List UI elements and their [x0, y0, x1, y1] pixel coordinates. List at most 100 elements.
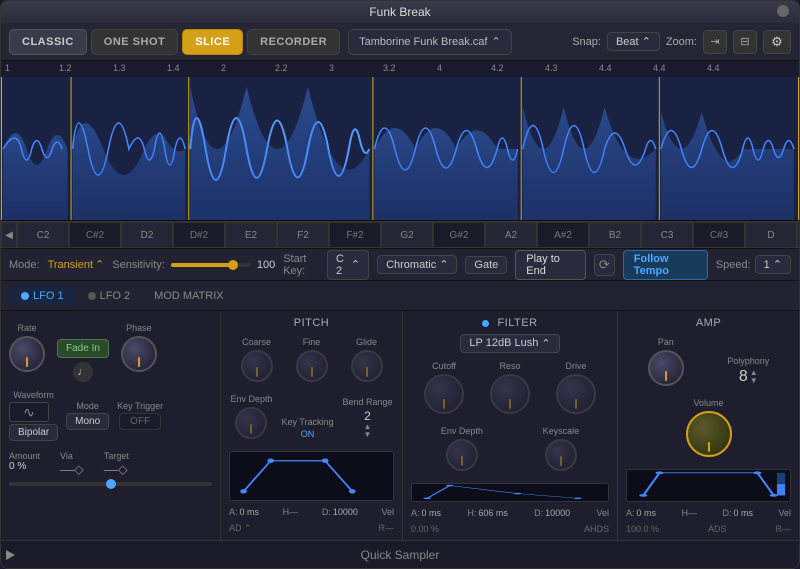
amp-title: AMP	[626, 317, 791, 329]
amp-env-type[interactable]: ADS	[708, 524, 727, 534]
piano-key-d2[interactable]: D2	[121, 222, 173, 248]
piano-key-c3[interactable]: C3	[641, 222, 693, 248]
play-button[interactable]	[6, 550, 15, 560]
lfo-mode-value[interactable]: Mono	[66, 413, 109, 430]
mode-value-dropdown[interactable]: Transient ⌃	[48, 258, 105, 271]
fade-in-btn[interactable]: Fade In	[57, 339, 109, 358]
env-depth-pitch-label: Env Depth	[230, 394, 272, 404]
speed-dropdown[interactable]: 1 ⌃	[755, 255, 791, 274]
waveform-canvas[interactable]	[1, 77, 799, 221]
piano-key-cs3[interactable]: C#3	[693, 222, 745, 248]
env-depth-pitch-knob[interactable]	[235, 407, 267, 439]
tab-mod-matrix[interactable]: MOD MATRIX	[142, 286, 235, 306]
piano-key-cs2[interactable]: C#2	[69, 222, 121, 248]
zoom-out-btn[interactable]: ⊟	[733, 30, 757, 54]
filter-env-vel-label: Vel	[596, 508, 609, 518]
speed-section: Speed: 1 ⌃	[716, 255, 791, 274]
filter-env-display	[411, 483, 609, 503]
window-close-btn[interactable]	[777, 5, 789, 17]
sensitivity-value: 100	[257, 259, 275, 271]
pitch-env-type[interactable]: AD ⌃	[229, 523, 252, 534]
keyscale-knob[interactable]	[545, 439, 577, 471]
chromatic-dropdown[interactable]: Chromatic ⌃	[377, 255, 457, 274]
fine-knob[interactable]	[296, 350, 328, 382]
filter-env-a-val: 0 ms	[422, 508, 442, 518]
tab-classic[interactable]: CLASSIC	[9, 29, 87, 55]
sensitivity-section: Sensitivity: 100	[112, 259, 275, 271]
piano-key-ds2[interactable]: D#2	[173, 222, 225, 248]
play-to-end-btn[interactable]: Play to End	[515, 250, 586, 280]
bottom-bar-title: Quick Sampler	[361, 548, 440, 562]
sensitivity-fill	[171, 263, 231, 267]
ruler-mark-3: 3	[329, 63, 334, 73]
piano-key-a2[interactable]: A2	[485, 222, 537, 248]
bottom-bar: Quick Sampler	[1, 540, 799, 568]
loop-btn[interactable]: ⟳	[594, 254, 615, 276]
follow-tempo-btn[interactable]: Follow Tempo	[623, 250, 708, 280]
cutoff-group: Cutoff	[424, 361, 464, 414]
piano-key-f2[interactable]: F2	[277, 222, 329, 248]
piano-right-arrow[interactable]: ▶	[797, 222, 799, 248]
file-selector[interactable]: Tamborine Funk Break.caf ⌃	[348, 29, 512, 55]
bend-range-stepper[interactable]: ▲▼	[364, 423, 372, 439]
phase-knob[interactable]	[121, 336, 157, 372]
zoom-fit-btn[interactable]: ⇥	[703, 30, 727, 54]
waveform-area[interactable]: 1 1.2 1.3 1.4 2 2.2 3 3.2 4 4.2 4.3 4.4 …	[1, 61, 799, 221]
piano-key-gs2[interactable]: G#2	[433, 222, 485, 248]
cutoff-knob[interactable]	[424, 374, 464, 414]
filter-header: FILTER	[411, 317, 609, 329]
speed-chevron: ⌃	[773, 258, 782, 271]
piano-key-d3[interactable]: D	[745, 222, 797, 248]
amount-slider[interactable]	[9, 482, 212, 486]
lfo1-on-dot	[21, 292, 29, 300]
polyphony-stepper[interactable]: ▲▼	[750, 369, 758, 385]
settings-btn[interactable]: ⚙	[763, 30, 791, 54]
piano-key-as2[interactable]: A#2	[537, 222, 589, 248]
key-tracking-value[interactable]: ON	[301, 429, 315, 439]
reso-knob[interactable]	[490, 374, 530, 414]
gate-btn[interactable]: Gate	[465, 256, 507, 274]
tab-recorder[interactable]: RECORDER	[247, 29, 340, 55]
glide-knob[interactable]	[351, 350, 383, 382]
snap-control[interactable]: Beat ⌃	[607, 32, 660, 51]
note-icon[interactable]: ♩	[73, 362, 93, 382]
piano-key-c2[interactable]: C2	[17, 222, 69, 248]
pitch-knobs: Coarse Fine Glide	[229, 333, 394, 386]
tab-one-shot[interactable]: ONE SHOT	[91, 29, 178, 55]
mod-matrix-label: MOD MATRIX	[154, 290, 223, 302]
drive-knob[interactable]	[556, 374, 596, 414]
amp-section: AMP Pan Polyphony 8 ▲▼	[618, 311, 799, 540]
piano-left-arrow[interactable]: ◀	[1, 222, 17, 248]
piano-key-fs2[interactable]: F#2	[329, 222, 381, 248]
rate-knob[interactable]	[9, 336, 45, 372]
start-key-dropdown[interactable]: C 2 ⌃	[327, 250, 369, 280]
reso-group: Reso	[490, 361, 530, 414]
snap-value: Beat	[616, 36, 639, 48]
sensitivity-slider[interactable]	[171, 263, 251, 267]
piano-key-b2[interactable]: B2	[589, 222, 641, 248]
tab-lfo2[interactable]: LFO 2	[76, 286, 143, 306]
sensitivity-thumb[interactable]	[228, 260, 238, 270]
key-trigger-btn[interactable]: OFF	[119, 413, 161, 430]
title-bar: Funk Break	[1, 1, 799, 23]
waveform-selector[interactable]: ∿	[9, 402, 49, 422]
mode-chevron-icon: ⌃	[95, 258, 104, 271]
piano-key-g2[interactable]: G2	[381, 222, 433, 248]
coarse-knob[interactable]	[241, 350, 273, 382]
filter-type-chevron: ⌃	[541, 337, 550, 350]
bend-range-value[interactable]: 2	[364, 409, 371, 423]
filter-env-type[interactable]: AHDS	[584, 524, 609, 534]
polyphony-value[interactable]: 8 ▲▼	[739, 368, 758, 386]
tab-lfo1[interactable]: LFO 1	[9, 286, 76, 306]
pan-knob[interactable]	[648, 350, 684, 386]
bipolar-selector[interactable]: Bipolar	[9, 424, 58, 441]
tab-slice[interactable]: SLICE	[182, 29, 243, 55]
env-depth-filter-knob[interactable]	[446, 439, 478, 471]
pitch-env-labels: A: 0 ms H— D: 10000 Vel	[229, 507, 394, 517]
amount-thumb[interactable]	[106, 479, 116, 489]
piano-key-e2[interactable]: E2	[225, 222, 277, 248]
amp-env-a-label: A:	[626, 508, 635, 518]
filter-type-dropdown[interactable]: LP 12dB Lush ⌃	[460, 334, 559, 353]
volume-knob[interactable]	[686, 411, 732, 457]
amp-env-a-val: 0 ms	[637, 508, 657, 518]
